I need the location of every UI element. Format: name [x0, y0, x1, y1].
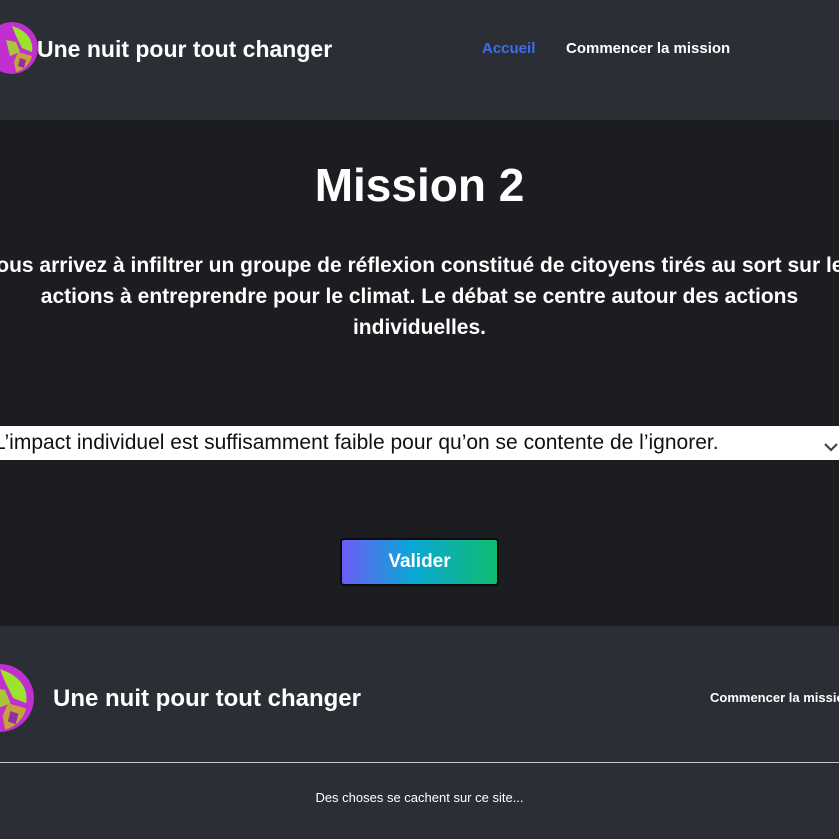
site-header: Une nuit pour tout changer Accueil Comme…	[0, 0, 839, 120]
planet-logo-icon[interactable]	[0, 22, 38, 74]
nav-start-mission-link[interactable]: Commencer la mission	[566, 40, 730, 57]
chevron-down-icon[interactable]	[821, 434, 839, 452]
site-title[interactable]: Une nuit pour tout changer	[37, 36, 332, 63]
footer-site-title[interactable]: Une nuit pour tout changer	[53, 685, 361, 713]
footer-divider	[0, 762, 839, 763]
footer-note: Des choses se cachent sur ce site...	[315, 790, 524, 805]
planet-logo-icon[interactable]	[0, 664, 34, 732]
page-title: Mission 2	[314, 159, 525, 211]
footer-start-mission-link[interactable]: Commencer la mission	[710, 690, 839, 705]
mission-description: Vous arrivez à infiltrer un groupe de ré…	[0, 254, 839, 339]
nav-home-link[interactable]: Accueil	[482, 40, 535, 57]
answer-select[interactable]: L’impact individuel est suffisamment fai…	[0, 426, 839, 460]
answer-select-value: L’impact individuel est suffisamment fai…	[0, 431, 719, 454]
site-footer: Une nuit pour tout changer Commencer la …	[0, 626, 839, 839]
validate-button[interactable]: Valider	[340, 538, 499, 586]
main-content: Mission 2 Vous arrivez à infiltrer un gr…	[0, 120, 839, 626]
